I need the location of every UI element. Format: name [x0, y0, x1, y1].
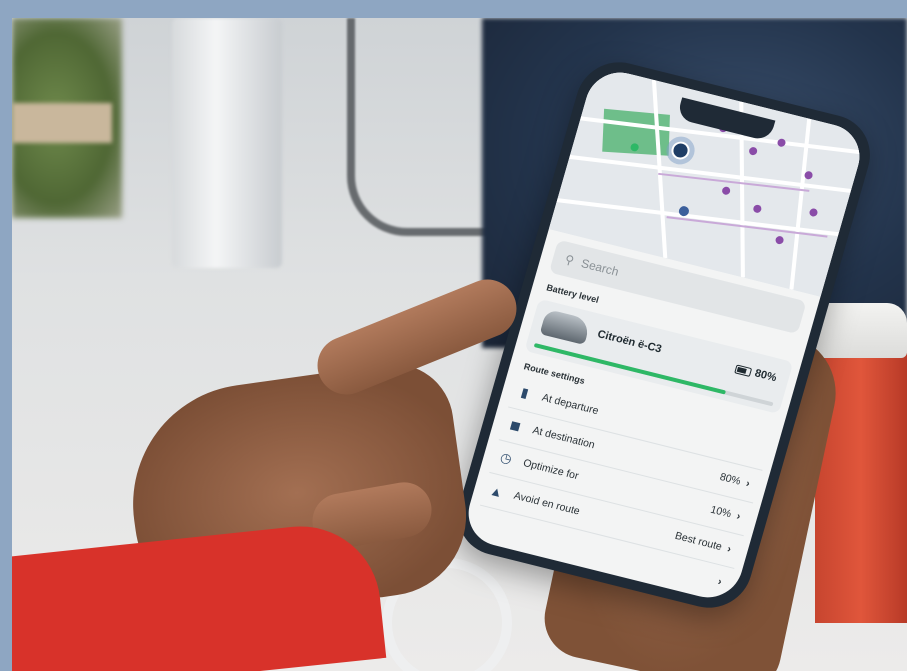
route-item-value: 10%: [708, 503, 733, 521]
red-sleeve: [12, 518, 387, 671]
route-item-value: 80%: [718, 470, 743, 488]
chevron-right-icon: ›: [716, 575, 724, 589]
search-placeholder: Search: [579, 256, 621, 279]
vehicle-name: Citroën ë-C3: [596, 328, 663, 356]
battery-percent: 80%: [753, 367, 778, 385]
battery-icon: [734, 363, 753, 377]
search-icon: ⚲: [563, 252, 576, 268]
chevron-right-icon: ›: [744, 477, 752, 490]
chevron-right-icon: ›: [725, 542, 733, 556]
background-shelf: [12, 103, 112, 143]
battery-readout: 80%: [734, 363, 778, 385]
route-item-value: Best route: [673, 529, 724, 554]
charging-station: [172, 18, 282, 268]
charging-cable: [347, 18, 495, 236]
chevron-right-icon: ›: [735, 510, 742, 523]
car-icon: [539, 308, 592, 345]
photo-scene: ⚲ Search Battery level Citroën ë-C3 80% …: [12, 18, 907, 671]
route-item-value: [761, 452, 767, 453]
